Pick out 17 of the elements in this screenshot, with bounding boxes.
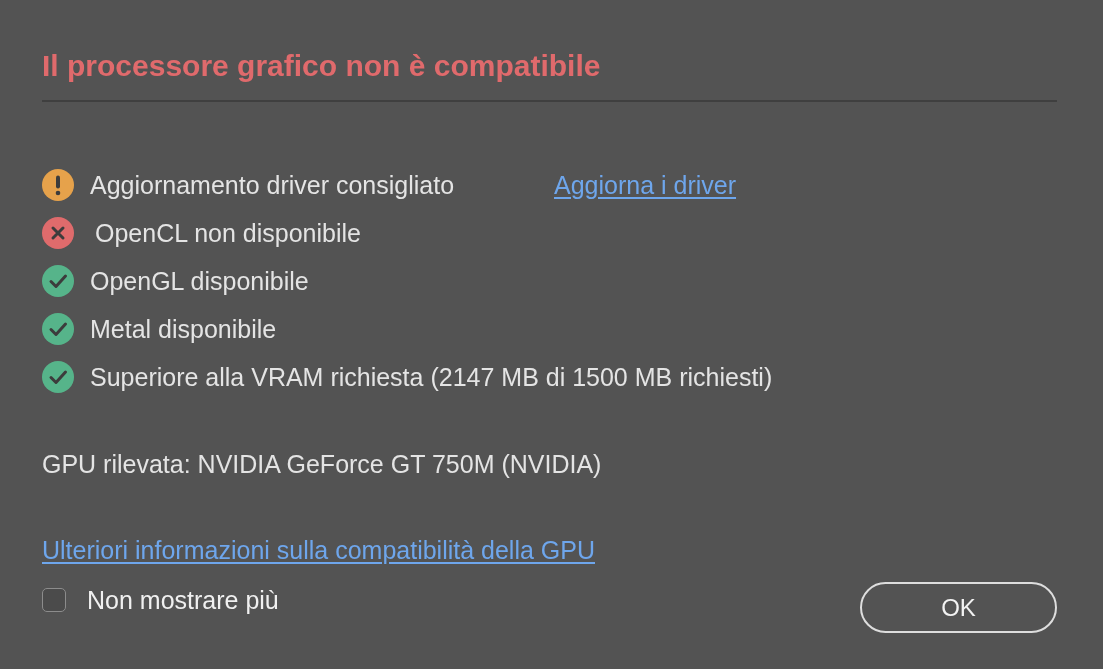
dialog-title: Il processore grafico non è compatibile xyxy=(42,48,601,84)
status-text: Metal disponibile xyxy=(90,314,278,344)
checkbox[interactable] xyxy=(42,588,66,612)
ok-button[interactable]: OK xyxy=(860,582,1057,633)
status-text: OpenGL disponibile xyxy=(90,266,310,296)
status-text: Aggiornamento driver consigliato xyxy=(90,170,456,200)
gpu-info-text: GPU rilevata: NVIDIA GeForce GT 750M (NVIDIA) xyxy=(42,449,602,479)
error-icon xyxy=(42,217,74,249)
status-text: Superiore alla VRAM richiesta (2147 MB di 1500 MB richiesti) xyxy=(90,362,773,392)
checkbox-label: Non mostrare più xyxy=(87,585,279,615)
check-icon xyxy=(42,313,74,345)
check-icon xyxy=(42,361,74,393)
status-text: OpenCL non disponibile xyxy=(94,218,362,248)
update-drivers-link[interactable]: Aggiorna i driver xyxy=(554,170,737,200)
more-info-link[interactable]: Ulteriori informazioni sulla compatibilità della GPU xyxy=(42,535,595,565)
warning-icon xyxy=(42,169,74,201)
check-icon xyxy=(42,265,74,297)
